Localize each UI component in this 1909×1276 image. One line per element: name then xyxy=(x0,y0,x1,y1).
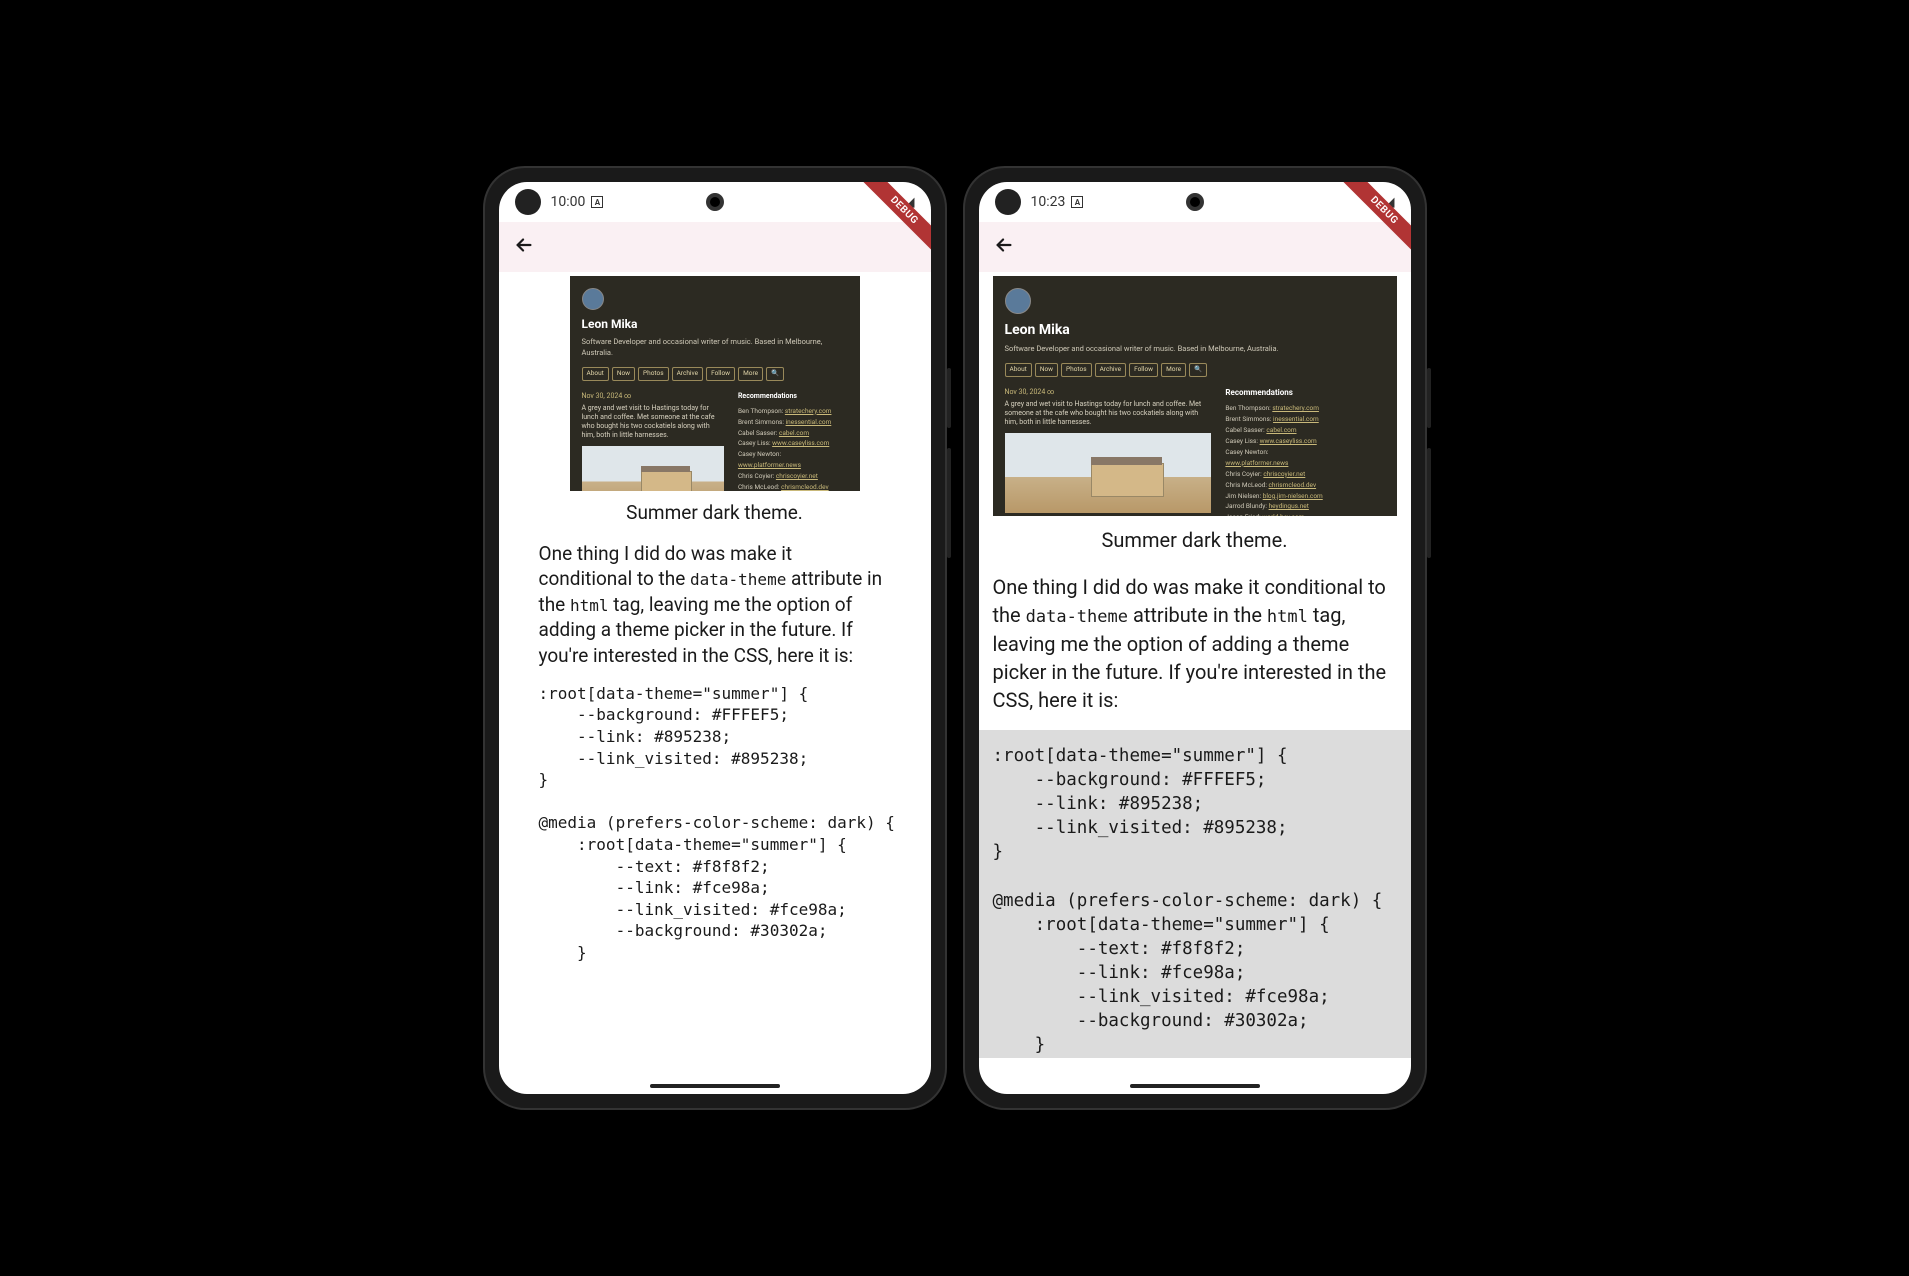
embedded-screenshot: Leon Mika Software Developer and occasio… xyxy=(570,276,860,491)
recs-list: Ben Thompson: stratechery.com Brent Simmo… xyxy=(1225,404,1384,516)
hero-nav: About Now Photos Archive Follow More 🔍 xyxy=(582,367,848,380)
hero-name: Leon Mika xyxy=(1005,320,1385,340)
rec-line: Ben Thompson: stratechery.com xyxy=(738,407,848,416)
status-time: 10:23 xyxy=(1031,194,1066,210)
image-caption: Summer dark theme. xyxy=(993,526,1397,555)
body-paragraph: One thing I did do was make it condition… xyxy=(539,541,891,669)
rec-line: Cabel Sasser: cabel.com xyxy=(738,429,848,438)
app-bar xyxy=(979,222,1411,272)
code-block: :root[data-theme="summer"] { --backgroun… xyxy=(499,683,931,964)
screen: DEBUG 10:23 A ▾ ◢ Leon Mika xyxy=(979,182,1411,1094)
rec-line: Brent Simmons: inessential.com xyxy=(738,418,848,427)
rec-line: Chris McLeod: chrismcleod.dev xyxy=(1225,481,1384,490)
status-a-icon: A xyxy=(1071,196,1083,208)
recs-title: Recommendations xyxy=(1225,387,1384,399)
rec-line: Casey Newton: xyxy=(738,450,848,459)
status-a-icon: A xyxy=(591,196,603,208)
rec-line: www.platformer.news xyxy=(1225,459,1384,468)
rec-line: Jim Nielsen: blog.jim-nielsen.com xyxy=(1225,492,1384,501)
rec-line: Chris Coyier: chriscoyier.net xyxy=(738,472,848,481)
article-content[interactable]: Leon Mika Software Developer and occasio… xyxy=(979,272,1411,1094)
screen: DEBUG 10:00 A ▾ ◢ Leon Mika xyxy=(499,182,931,1094)
back-button[interactable] xyxy=(513,234,535,260)
recs-list: Ben Thompson: stratechery.com Brent Simmo… xyxy=(738,407,848,491)
hero-photo xyxy=(582,446,724,491)
recs-title: Recommendations xyxy=(738,391,848,401)
rec-line: Ben Thompson: stratechery.com xyxy=(1225,404,1384,413)
hero-post: A grey and wet visit to Hastings today f… xyxy=(1005,400,1212,427)
status-bar: 10:23 A ▾ ◢ xyxy=(979,182,1411,222)
camera-cutout xyxy=(1186,193,1204,211)
home-indicator[interactable] xyxy=(650,1084,780,1088)
status-avatar xyxy=(515,189,541,215)
hero-photo xyxy=(1005,433,1212,513)
app-bar xyxy=(499,222,931,272)
status-bar: 10:00 A ▾ ◢ xyxy=(499,182,931,222)
hero-avatar xyxy=(1005,288,1031,314)
body-paragraph: One thing I did do was make it condition… xyxy=(993,573,1397,714)
rec-line: Chris Coyier: chriscoyier.net xyxy=(1225,470,1384,479)
camera-cutout xyxy=(706,193,724,211)
rec-line: Casey Newton: xyxy=(1225,448,1384,457)
image-caption: Summer dark theme. xyxy=(539,499,891,527)
hero-nav: About Now Photos Archive Follow More 🔍 xyxy=(1005,363,1385,376)
status-avatar xyxy=(995,189,1021,215)
rec-line: Cabel Sasser: cabel.com xyxy=(1225,426,1384,435)
hero-date: Nov 30, 2024 ∞ xyxy=(1005,387,1212,397)
article-content[interactable]: Leon Mika Software Developer and occasio… xyxy=(499,272,931,1094)
rec-line: www.platformer.news xyxy=(738,461,848,470)
back-button[interactable] xyxy=(993,234,1015,260)
hero-post: A grey and wet visit to Hastings today f… xyxy=(582,404,724,440)
hero-bio: Software Developer and occasional writer… xyxy=(582,337,848,359)
phone-frame-left: DEBUG 10:00 A ▾ ◢ Leon Mika xyxy=(485,168,945,1108)
home-indicator[interactable] xyxy=(1130,1084,1260,1088)
hero-avatar xyxy=(582,288,604,310)
rec-line: Jason Fried: world.hey.com xyxy=(1225,513,1384,516)
phone-frame-right: DEBUG 10:23 A ▾ ◢ Leon Mika xyxy=(965,168,1425,1108)
hero-date: Nov 30, 2024 ∞ xyxy=(582,391,724,401)
rec-line: Casey Liss: www.caseyliss.com xyxy=(1225,437,1384,446)
status-time: 10:00 xyxy=(551,194,586,210)
rec-line: Chris McLeod: chrismcleod.dev xyxy=(738,483,848,491)
hero-bio: Software Developer and occasional writer… xyxy=(1005,344,1385,355)
rec-line: Brent Simmons: inessential.com xyxy=(1225,415,1384,424)
code-block: :root[data-theme="summer"] { --backgroun… xyxy=(979,730,1411,1058)
rec-line: Jarrod Blundy: heydingus.net xyxy=(1225,502,1384,511)
rec-line: Casey Liss: www.caseyliss.com xyxy=(738,439,848,448)
embedded-screenshot: Leon Mika Software Developer and occasio… xyxy=(993,276,1397,516)
hero-name: Leon Mika xyxy=(582,316,848,333)
